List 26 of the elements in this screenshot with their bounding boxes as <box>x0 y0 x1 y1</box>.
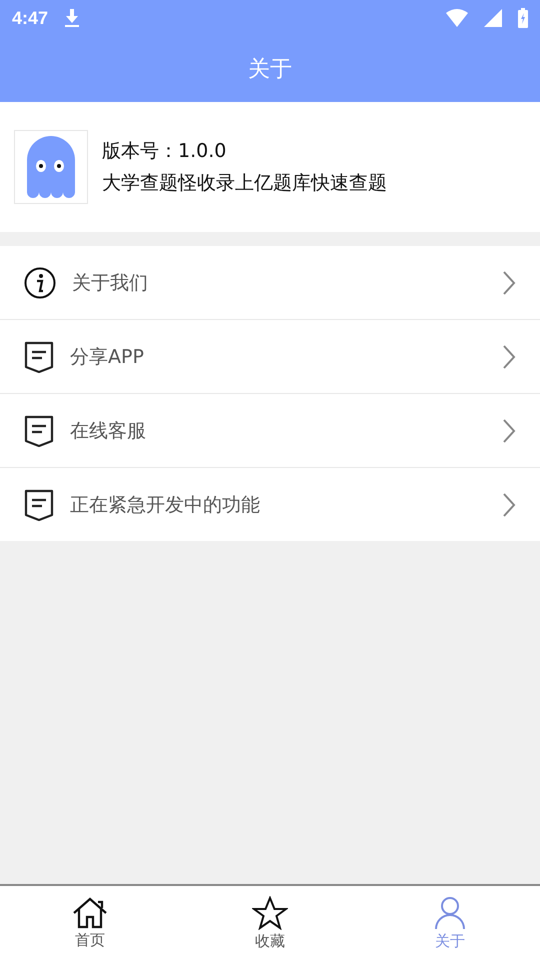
wifi-icon <box>446 9 468 27</box>
chevron-right-icon <box>502 270 516 296</box>
menu-item[interactable]: 关于我们 <box>0 246 540 319</box>
chevron-right-icon <box>502 344 516 370</box>
home-icon <box>72 896 108 928</box>
chevron-right-icon <box>502 492 516 518</box>
message-icon <box>24 414 54 446</box>
page-title: 关于 <box>248 56 292 84</box>
person-icon <box>432 896 468 930</box>
menu-item[interactable]: 分享APP <box>0 320 540 393</box>
version-text: 版本号：1.0.0 <box>102 139 228 164</box>
message-icon <box>24 488 54 520</box>
battery-icon <box>518 8 528 28</box>
info-icon <box>24 266 56 298</box>
tab-item[interactable]: 首页 <box>0 886 180 960</box>
ghost-icon <box>27 136 75 198</box>
download-icon <box>64 8 80 28</box>
status-time: 4:47 <box>12 8 48 28</box>
menu-item[interactable]: 在线客服 <box>0 394 540 467</box>
star-icon <box>252 896 288 930</box>
chevron-right-icon <box>502 418 516 444</box>
menu-item[interactable]: 正在紧急开发中的功能 <box>0 468 540 541</box>
message-icon <box>24 340 54 372</box>
app-description: 大学查题怪收录上亿题库快速查题 <box>102 171 387 196</box>
tab-item[interactable]: 收藏 <box>180 886 360 960</box>
signal-icon <box>484 9 502 27</box>
